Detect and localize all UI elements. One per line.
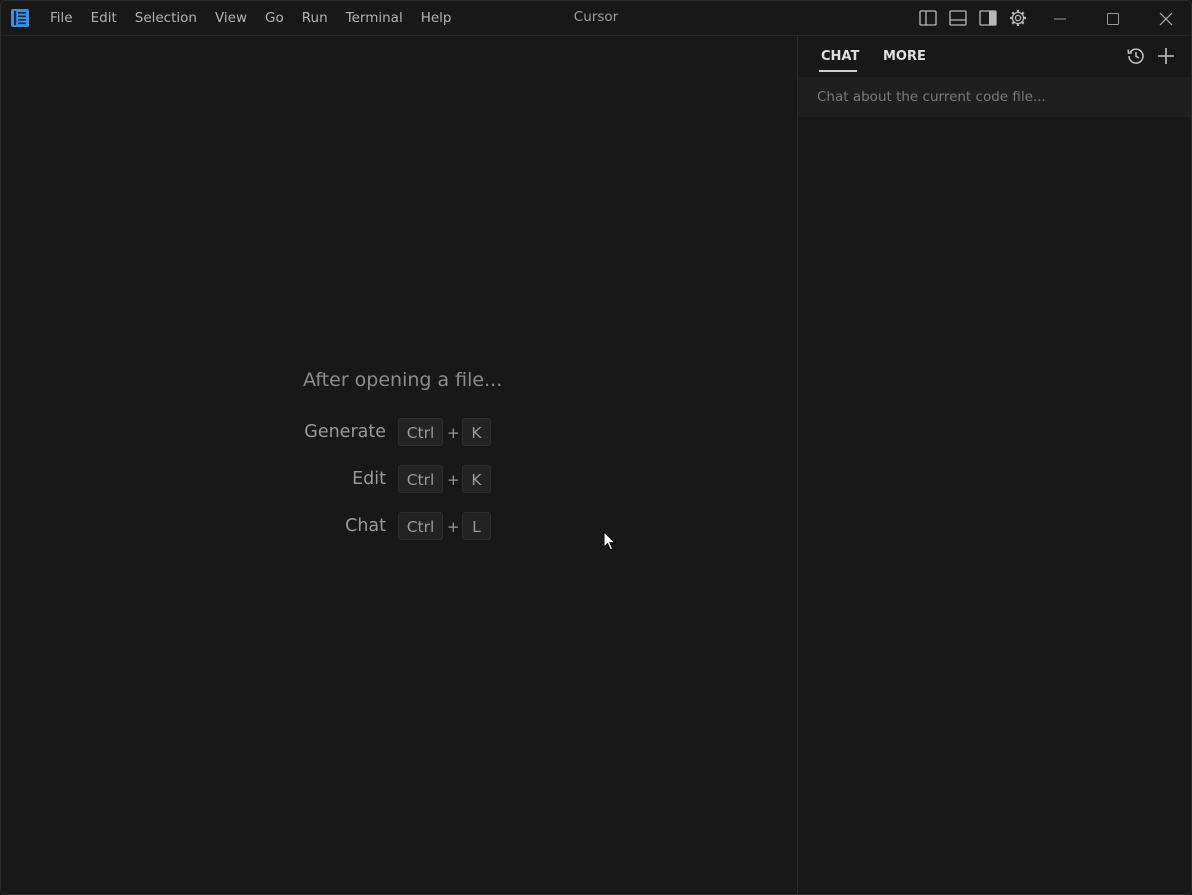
active-tab-indicator [819,70,857,72]
shortcut-row-generate: Generate Ctrl + K [1,418,501,446]
menu-terminal[interactable]: Terminal [337,1,412,36]
chat-panel: CHAT MORE [798,36,1191,894]
editor-area[interactable]: After opening a file... Generate Ctrl + … [1,36,797,894]
history-icon[interactable] [1125,45,1147,67]
menu-bar: File Edit Selection View Go Run Terminal… [41,1,460,36]
key-letter: K [462,418,491,446]
key-plus: + [447,424,460,442]
chat-input[interactable] [798,77,1191,117]
key-ctrl: Ctrl [398,418,443,446]
shortcut-label: Generate [304,422,386,442]
plus-icon[interactable] [1155,45,1177,67]
key-letter: L [462,512,491,540]
maximize-icon[interactable] [1086,1,1139,36]
menu-view[interactable]: View [206,1,256,36]
editor-hint-heading: After opening a file... [303,369,503,391]
gear-icon[interactable] [1003,6,1033,30]
shortcut-label: Edit [352,469,386,489]
shortcut-row-chat: Chat Ctrl + L [1,512,501,540]
menu-selection[interactable]: Selection [126,1,206,36]
key-plus: + [447,471,460,489]
close-icon[interactable] [1139,1,1191,36]
toggle-secondary-sidebar-icon[interactable] [973,6,1003,30]
menu-run[interactable]: Run [293,1,337,36]
tab-chat[interactable]: CHAT [821,48,859,65]
menu-go[interactable]: Go [256,1,293,36]
menu-help[interactable]: Help [412,1,461,36]
key-plus: + [447,518,460,536]
tab-more[interactable]: MORE [883,48,926,65]
shortcut-row-edit: Edit Ctrl + K [1,465,501,493]
mouse-pointer-icon [603,530,617,553]
minimize-icon[interactable] [1033,1,1086,36]
menu-file[interactable]: File [41,1,82,36]
key-ctrl: Ctrl [398,465,443,493]
toggle-primary-sidebar-icon[interactable] [913,6,943,30]
menu-edit[interactable]: Edit [82,1,126,36]
shortcut-label: Chat [345,516,386,536]
key-letter: K [462,465,491,493]
toggle-panel-icon[interactable] [943,6,973,30]
app-window: File Edit Selection View Go Run Terminal… [0,0,1192,895]
key-ctrl: Ctrl [398,512,443,540]
layout-controls [913,6,1033,30]
cursor-logo-icon[interactable] [10,8,30,28]
title-bar: File Edit Selection View Go Run Terminal… [1,1,1191,36]
